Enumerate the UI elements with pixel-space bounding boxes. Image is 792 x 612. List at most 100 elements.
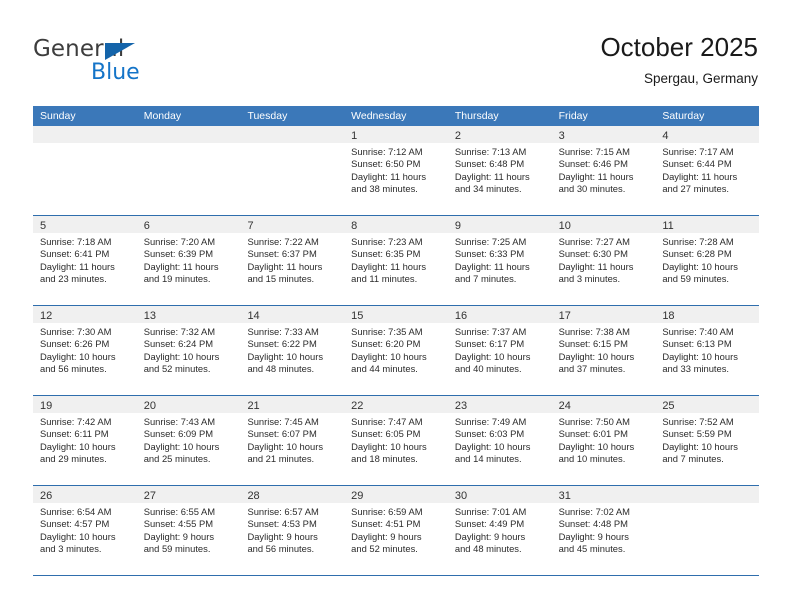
sunset-line: Sunset: 6:24 PM bbox=[143, 338, 214, 350]
day-sun-info: Sunrise: 7:28 AM Sunset: 6:28 PM Daylight:… bbox=[655, 233, 759, 286]
day-sun-info: Sunrise: 7:43 AM Sunset: 6:09 PM Daylight:… bbox=[137, 413, 241, 466]
day-number: 2 bbox=[454, 130, 461, 142]
day-cell-3[interactable]: 3 Sunrise: 7:15 AM Sunset: 6:46 PM Daylight… bbox=[551, 126, 656, 215]
day-cell-16[interactable]: 16 Sunrise: 7:37 AM Sunset: 6:17 PM Dayligh… bbox=[447, 306, 552, 395]
day-cell-2[interactable]: 2 Sunrise: 7:13 AM Sunset: 6:48 PM Daylight… bbox=[447, 126, 552, 215]
day-sun-info: Sunrise: 7:01 AM Sunset: 4:49 PM Daylight:… bbox=[448, 503, 552, 556]
day-cell-29[interactable]: 29 Sunrise: 6:59 AM Sunset: 4:51 PM Dayligh… bbox=[344, 486, 448, 575]
day-sun-info: Sunrise: 7:20 AM Sunset: 6:39 PM Daylight:… bbox=[137, 233, 241, 286]
calendar-week-row: 19 Sunrise: 7:42 AM Sunset: 6:11 PM Dayligh… bbox=[33, 395, 760, 485]
day-cell-empty bbox=[655, 486, 760, 575]
day-cell-30[interactable]: 30 Sunrise: 7:01 AM Sunset: 4:49 PM Dayligh… bbox=[447, 486, 552, 575]
day-sun-info: Sunrise: 7:25 AM Sunset: 6:33 PM Daylight:… bbox=[448, 233, 552, 286]
day-cell-6[interactable]: 6 Sunrise: 7:20 AM Sunset: 6:39 PM Daylight… bbox=[136, 216, 241, 305]
sunset-line: Sunset: 6:07 PM bbox=[247, 428, 317, 440]
day-cell-1[interactable]: 1 Sunrise: 7:12 AM Sunset: 6:50 PM Daylight… bbox=[344, 126, 448, 215]
daylight-line-1: Daylight: 11 hours bbox=[351, 170, 427, 182]
day-cell-9[interactable]: 9 Sunrise: 7:25 AM Sunset: 6:33 PM Daylight… bbox=[447, 216, 552, 305]
day-number-band: 2 bbox=[447, 126, 552, 143]
daylight-line-1: Daylight: 10 hours bbox=[662, 440, 738, 452]
day-cell-12[interactable]: 12 Sunrise: 7:30 AM Sunset: 6:26 PM Dayligh… bbox=[33, 306, 137, 395]
day-cell-28[interactable]: 28 Sunrise: 6:57 AM Sunset: 4:53 PM Dayligh… bbox=[240, 486, 345, 575]
daylight-line-2: and 34 minutes. bbox=[454, 183, 522, 195]
day-cell-15[interactable]: 15 Sunrise: 7:35 AM Sunset: 6:20 PM Dayligh… bbox=[344, 306, 448, 395]
day-number-band: 26 bbox=[33, 486, 137, 503]
day-cell-27[interactable]: 27 Sunrise: 6:55 AM Sunset: 4:55 PM Dayligh… bbox=[136, 486, 241, 575]
daylight-line-1: Daylight: 10 hours bbox=[40, 440, 116, 452]
general-blue-logo[interactable]: General Blue bbox=[33, 36, 233, 88]
sunrise-line: Sunrise: 7:52 AM bbox=[662, 416, 734, 427]
day-cell-empty bbox=[33, 126, 137, 215]
sunrise-line: Sunrise: 6:59 AM bbox=[351, 506, 423, 517]
day-sun-info: Sunrise: 7:38 AM Sunset: 6:15 PM Daylight:… bbox=[552, 323, 656, 376]
day-cell-21[interactable]: 21 Sunrise: 7:45 AM Sunset: 6:07 PM Dayligh… bbox=[240, 396, 345, 485]
day-sun-info: Sunrise: 7:52 AM Sunset: 5:59 PM Daylight:… bbox=[655, 413, 759, 466]
daylight-line-1: Daylight: 9 hours bbox=[247, 530, 318, 542]
daylight-line-1: Daylight: 11 hours bbox=[351, 260, 427, 272]
daylight-line-1: Daylight: 10 hours bbox=[558, 350, 635, 362]
day-sun-info: Sunrise: 7:15 AM Sunset: 6:46 PM Daylight:… bbox=[552, 143, 656, 196]
day-number: 31 bbox=[558, 490, 571, 502]
day-sun-info: Sunrise: 7:35 AM Sunset: 6:20 PM Daylight:… bbox=[344, 323, 448, 376]
sunset-line: Sunset: 6:33 PM bbox=[454, 248, 525, 260]
daylight-line-2: and 48 minutes. bbox=[247, 363, 315, 375]
day-cell-31[interactable]: 31 Sunrise: 7:02 AM Sunset: 4:48 PM Dayligh… bbox=[551, 486, 656, 575]
daylight-line-1: Daylight: 9 hours bbox=[454, 530, 526, 542]
day-sun-info bbox=[655, 503, 759, 506]
day-cell-20[interactable]: 20 Sunrise: 7:43 AM Sunset: 6:09 PM Dayligh… bbox=[136, 396, 241, 485]
day-sun-info: Sunrise: 7:23 AM Sunset: 6:35 PM Daylight:… bbox=[344, 233, 448, 286]
day-sun-info: Sunrise: 7:33 AM Sunset: 6:22 PM Daylight:… bbox=[240, 323, 344, 376]
day-number-band: 22 bbox=[344, 396, 448, 413]
day-number-band: 8 bbox=[344, 216, 448, 233]
day-cell-19[interactable]: 19 Sunrise: 7:42 AM Sunset: 6:11 PM Dayligh… bbox=[33, 396, 137, 485]
day-number: 17 bbox=[558, 310, 571, 322]
sunset-line: Sunset: 6:37 PM bbox=[247, 248, 317, 260]
sunset-line: Sunset: 4:53 PM bbox=[247, 518, 317, 530]
day-number: 29 bbox=[351, 490, 364, 502]
sunrise-line: Sunrise: 7:15 AM bbox=[558, 146, 630, 157]
day-number: 10 bbox=[558, 220, 571, 232]
day-cell-7[interactable]: 7 Sunrise: 7:22 AM Sunset: 6:37 PM Daylight… bbox=[240, 216, 345, 305]
weekday-header-thursday: Thursday bbox=[454, 110, 499, 122]
day-sun-info: Sunrise: 7:37 AM Sunset: 6:17 PM Daylight:… bbox=[448, 323, 552, 376]
daylight-line-2: and 25 minutes. bbox=[143, 453, 211, 465]
day-cell-22[interactable]: 22 Sunrise: 7:47 AM Sunset: 6:05 PM Dayligh… bbox=[344, 396, 448, 485]
day-cell-24[interactable]: 24 Sunrise: 7:50 AM Sunset: 6:01 PM Dayligh… bbox=[551, 396, 656, 485]
sunrise-line: Sunrise: 7:25 AM bbox=[454, 236, 527, 247]
day-cell-empty bbox=[240, 126, 345, 215]
day-cell-18[interactable]: 18 Sunrise: 7:40 AM Sunset: 6:13 PM Dayligh… bbox=[655, 306, 760, 395]
day-cell-26[interactable]: 26 Sunrise: 6:54 AM Sunset: 4:57 PM Dayligh… bbox=[33, 486, 137, 575]
day-cell-4[interactable]: 4 Sunrise: 7:17 AM Sunset: 6:44 PM Daylight… bbox=[655, 126, 760, 215]
day-number-band: 16 bbox=[447, 306, 552, 323]
sunset-line: Sunset: 6:26 PM bbox=[40, 338, 110, 350]
day-cell-14[interactable]: 14 Sunrise: 7:33 AM Sunset: 6:22 PM Dayligh… bbox=[240, 306, 345, 395]
day-cell-17[interactable]: 17 Sunrise: 7:38 AM Sunset: 6:15 PM Dayligh… bbox=[551, 306, 656, 395]
daylight-line-2: and 7 minutes. bbox=[662, 453, 724, 465]
sunrise-line: Sunrise: 7:01 AM bbox=[454, 506, 527, 517]
daylight-line-2: and 33 minutes. bbox=[662, 363, 730, 375]
sunset-line: Sunset: 6:28 PM bbox=[662, 248, 732, 260]
day-cell-8[interactable]: 8 Sunrise: 7:23 AM Sunset: 6:35 PM Daylight… bbox=[344, 216, 448, 305]
day-number-band: 4 bbox=[655, 126, 760, 143]
day-cell-11[interactable]: 11 Sunrise: 7:28 AM Sunset: 6:28 PM Dayligh… bbox=[655, 216, 760, 305]
day-cell-13[interactable]: 13 Sunrise: 7:32 AM Sunset: 6:24 PM Dayligh… bbox=[136, 306, 241, 395]
weekday-header-sunday: Sunday bbox=[40, 110, 76, 122]
day-number: 19 bbox=[40, 400, 53, 412]
day-cell-25[interactable]: 25 Sunrise: 7:52 AM Sunset: 5:59 PM Dayligh… bbox=[655, 396, 760, 485]
day-number: 4 bbox=[662, 130, 669, 142]
daylight-line-2: and 59 minutes. bbox=[662, 273, 730, 285]
day-cell-10[interactable]: 10 Sunrise: 7:27 AM Sunset: 6:30 PM Dayligh… bbox=[551, 216, 656, 305]
day-sun-info: Sunrise: 6:54 AM Sunset: 4:57 PM Daylight:… bbox=[33, 503, 137, 556]
day-cell-5[interactable]: 5 Sunrise: 7:18 AM Sunset: 6:41 PM Daylight… bbox=[33, 216, 137, 305]
day-number: 21 bbox=[247, 400, 260, 412]
daylight-line-1: Daylight: 11 hours bbox=[558, 260, 634, 272]
sunset-line: Sunset: 6:41 PM bbox=[40, 248, 110, 260]
day-sun-info: Sunrise: 6:55 AM Sunset: 4:55 PM Daylight:… bbox=[137, 503, 241, 556]
daylight-line-2: and 23 minutes. bbox=[40, 273, 107, 285]
day-number-band: 21 bbox=[240, 396, 345, 413]
sunrise-line: Sunrise: 7:23 AM bbox=[351, 236, 423, 247]
day-number: 18 bbox=[662, 310, 675, 322]
daylight-line-1: Daylight: 10 hours bbox=[662, 350, 738, 362]
daylight-line-1: Daylight: 9 hours bbox=[351, 530, 422, 542]
day-cell-23[interactable]: 23 Sunrise: 7:49 AM Sunset: 6:03 PM Dayligh… bbox=[447, 396, 552, 485]
